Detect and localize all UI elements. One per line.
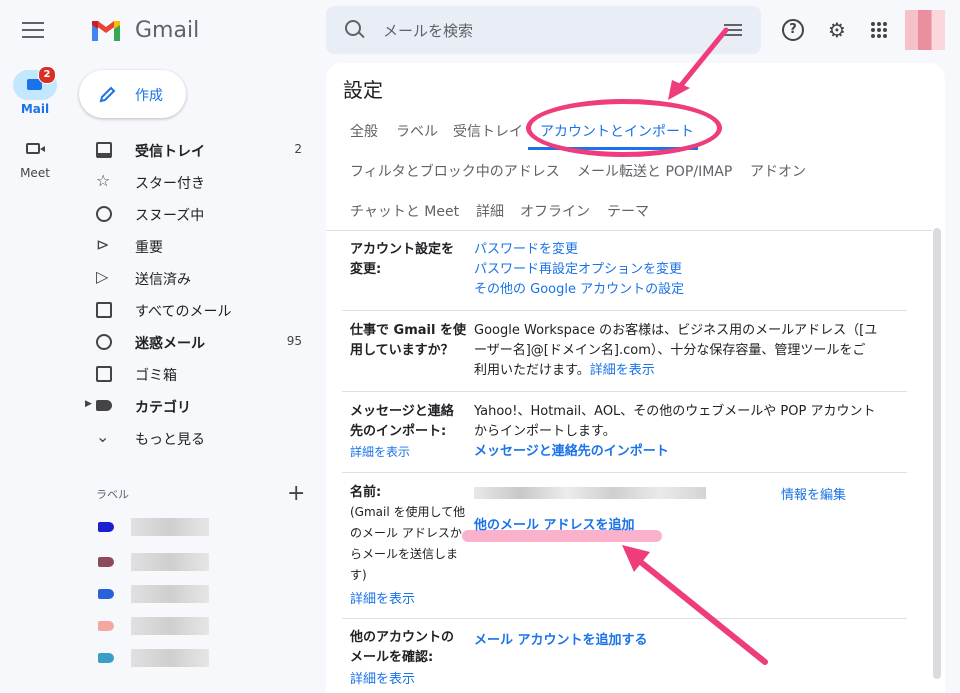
arrow-top-head [668,80,690,100]
arrow-bottom-shaft [629,552,768,665]
arrow-top-shaft [675,27,729,92]
annotation-arrows [622,27,768,665]
